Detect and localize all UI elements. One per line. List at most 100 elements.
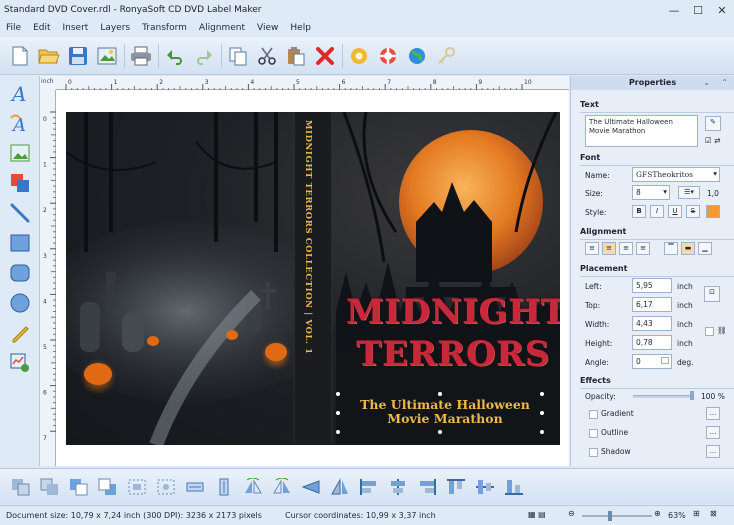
bold-button[interactable]: B — [632, 205, 646, 218]
align-right-icon[interactable]: ≡ — [619, 242, 633, 255]
outline-option[interactable]: Outline — [589, 428, 628, 438]
zoom-out-icon[interactable]: ⊖ — [568, 509, 575, 518]
underline-button[interactable]: U — [668, 205, 682, 218]
background-tool-icon[interactable] — [6, 170, 34, 196]
print-icon[interactable] — [129, 44, 153, 68]
text-options-checkbox[interactable]: ☑ ⇄ — [705, 136, 720, 145]
width-input[interactable]: 4,43 — [632, 316, 672, 331]
dvd-cover-artwork[interactable]: MIDNIGHT TERRORS COLLECTION | VOL. 1 MID… — [66, 112, 560, 445]
redo-icon[interactable] — [192, 44, 216, 68]
opacity-slider[interactable] — [633, 395, 693, 398]
valign-bottom-icon[interactable]: ▁ — [698, 242, 712, 255]
gradient-option[interactable]: Gradient — [589, 409, 634, 419]
rounded-rectangle-tool-icon[interactable] — [6, 260, 34, 286]
align-top-edge-icon[interactable] — [445, 476, 467, 498]
rectangle-tool-icon[interactable] — [6, 230, 34, 256]
font-size-select[interactable]: 8 ▾ — [632, 185, 670, 200]
align-center-horizontal-icon[interactable] — [387, 476, 409, 498]
line-tool-icon[interactable] — [6, 200, 34, 226]
curved-text-tool-icon[interactable]: A — [6, 110, 34, 136]
actual-size-icon[interactable]: ⊠ — [710, 509, 717, 518]
lock-ratio-icon[interactable]: ⛓ — [705, 326, 727, 336]
paste-icon[interactable] — [284, 44, 308, 68]
align-right-edge-icon[interactable] — [416, 476, 438, 498]
strikeout-button[interactable]: S — [686, 205, 700, 218]
rotate-left-icon[interactable] — [300, 476, 322, 498]
menu-alignment[interactable]: Alignment — [193, 23, 251, 33]
align-justify-icon[interactable]: ≡ — [636, 242, 650, 255]
maximize-button[interactable]: ☐ — [686, 0, 710, 20]
menu-edit[interactable]: Edit — [27, 23, 56, 33]
settings-gear-icon[interactable] — [347, 44, 371, 68]
edit-text-icon[interactable]: ✎ — [705, 116, 721, 131]
align-bottom-edge-icon[interactable] — [503, 476, 525, 498]
cover-title-line2[interactable]: TERRORS — [346, 334, 560, 374]
pencil-tool-icon[interactable] — [6, 320, 34, 346]
fit-to-page-icon[interactable]: ⊡ — [704, 286, 720, 302]
close-button[interactable]: ✕ — [710, 0, 734, 20]
help-lifebuoy-icon[interactable] — [376, 44, 400, 68]
image-tool-icon[interactable] — [6, 140, 34, 166]
menu-transform[interactable]: Transform — [136, 23, 193, 33]
ellipse-tool-icon[interactable] — [6, 290, 34, 316]
menu-help[interactable]: Help — [284, 23, 317, 33]
text-tool-icon[interactable]: A — [6, 80, 34, 106]
open-folder-icon[interactable] — [37, 44, 61, 68]
export-image-icon[interactable] — [95, 44, 119, 68]
send-to-back-icon[interactable] — [97, 476, 119, 498]
copy-icon[interactable] — [226, 44, 250, 68]
gradient-checkbox[interactable] — [589, 409, 598, 419]
rotate-right-icon[interactable] — [329, 476, 351, 498]
height-input[interactable]: 0,78 — [632, 335, 672, 350]
outline-checkbox[interactable] — [589, 428, 598, 438]
shadow-checkbox[interactable] — [589, 447, 598, 457]
zoom-slider[interactable] — [582, 515, 652, 517]
fit-height-icon[interactable] — [213, 476, 235, 498]
fit-page-icon[interactable]: ⊞ — [693, 509, 700, 518]
panel-collapse-icon[interactable]: ⌃ — [721, 78, 728, 87]
opacity-slider-thumb[interactable] — [690, 391, 694, 400]
italic-button[interactable]: I — [650, 205, 664, 218]
flip-horizontal-icon[interactable] — [242, 476, 264, 498]
zoom-in-icon[interactable]: ⊕ — [654, 509, 661, 518]
document-page[interactable]: MIDNIGHT TERRORS COLLECTION | VOL. 1 MID… — [56, 90, 569, 466]
align-left-icon[interactable]: ≡ — [585, 242, 599, 255]
angle-dial-icon[interactable] — [661, 357, 669, 364]
bring-to-front-icon[interactable] — [68, 476, 90, 498]
gradient-more-button[interactable]: ... — [706, 407, 720, 420]
website-globe-icon[interactable] — [405, 44, 429, 68]
font-color-swatch[interactable] — [706, 205, 720, 218]
angle-input[interactable]: 0 — [632, 354, 672, 369]
line-spacing-icon[interactable]: ☰▾ — [678, 186, 700, 199]
cut-icon[interactable] — [255, 44, 279, 68]
top-input[interactable]: 6,17 — [632, 297, 672, 312]
save-icon[interactable] — [66, 44, 90, 68]
group-icon[interactable] — [10, 476, 32, 498]
canvas-area[interactable]: inch 0 1 2 3 4 5 6 7 8 9 10 01234567 MID… — [40, 76, 569, 466]
menu-layers[interactable]: Layers — [94, 23, 136, 33]
delete-icon[interactable] — [313, 44, 337, 68]
menu-file[interactable]: File — [0, 23, 27, 33]
shadow-more-button[interactable]: ... — [706, 445, 720, 458]
cover-title-line1[interactable]: MIDNIGHT — [346, 292, 560, 332]
spine-title[interactable]: MIDNIGHT TERRORS COLLECTION | VOL. 1 — [303, 120, 313, 440]
minimize-button[interactable]: — — [662, 0, 686, 20]
menu-view[interactable]: View — [251, 23, 284, 33]
left-input[interactable]: 5,95 — [632, 278, 672, 293]
panel-dropdown-icon[interactable]: ⌄ — [703, 78, 710, 87]
flip-vertical-icon[interactable] — [271, 476, 293, 498]
select-group-icon[interactable] — [155, 476, 177, 498]
fit-width-icon[interactable] — [184, 476, 206, 498]
outline-more-button[interactable]: ... — [706, 426, 720, 439]
valign-middle-icon[interactable]: ▬ — [681, 242, 695, 255]
text-value-field[interactable]: The Ultimate Halloween Movie Marathon — [585, 115, 698, 147]
align-left-edge-icon[interactable] — [358, 476, 380, 498]
align-middle-vertical-icon[interactable] — [474, 476, 496, 498]
selection-frame[interactable] — [336, 392, 544, 434]
undo-icon[interactable] — [163, 44, 187, 68]
view-modes-icon[interactable]: ▦ ▤ — [528, 510, 546, 519]
chart-tool-icon[interactable] — [6, 350, 34, 376]
ungroup-icon[interactable] — [39, 476, 61, 498]
menu-insert[interactable]: Insert — [57, 23, 95, 33]
align-center-icon[interactable]: ≡ — [602, 242, 616, 255]
